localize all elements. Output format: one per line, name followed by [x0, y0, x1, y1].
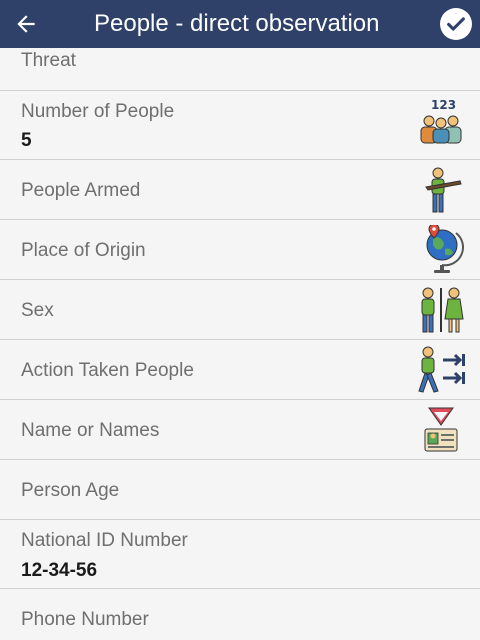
field-sex[interactable]: Sex	[0, 280, 480, 340]
field-name-or-names[interactable]: Name or Names	[0, 400, 480, 460]
globe-pin-icon	[416, 225, 466, 275]
page-title: People - direct observation	[94, 10, 380, 37]
field-label: Number of People	[21, 101, 175, 122]
confirm-button[interactable]	[440, 8, 472, 40]
field-label: Person Age	[21, 480, 120, 501]
back-button[interactable]	[8, 6, 44, 42]
id-badge-icon	[416, 405, 466, 455]
people-count-icon-text: 123	[431, 98, 456, 112]
armed-person-icon	[416, 165, 466, 215]
field-place-of-origin[interactable]: Place of Origin	[0, 220, 480, 280]
check-circle-icon	[447, 17, 465, 31]
field-phone-number[interactable]: Phone Number	[0, 589, 480, 640]
field-value: 5	[21, 130, 32, 151]
field-label: Place of Origin	[21, 240, 146, 261]
field-list: Threat Number of People 5 123 People Arm…	[0, 48, 480, 640]
field-threat[interactable]: Threat	[0, 48, 480, 91]
field-label: National ID Number	[21, 530, 188, 551]
field-label: Phone Number	[21, 609, 149, 630]
field-label: Action Taken People	[21, 360, 194, 381]
app-bar: People - direct observation	[0, 0, 480, 48]
field-person-age[interactable]: Person Age	[0, 460, 480, 520]
field-value: 12-34-56	[21, 560, 98, 581]
field-people-armed[interactable]: People Armed	[0, 160, 480, 220]
field-action-taken-people[interactable]: Action Taken People	[0, 340, 480, 400]
field-label: People Armed	[21, 180, 141, 201]
field-label: Name or Names	[21, 420, 160, 441]
field-national-id-number[interactable]: National ID Number 12-34-56	[0, 520, 480, 589]
people-count-icon: 123	[416, 97, 466, 147]
arrow-left-icon	[17, 15, 35, 33]
male-female-icon	[416, 285, 466, 335]
field-label: Sex	[21, 300, 54, 321]
walking-person-arrows-icon	[416, 345, 466, 395]
field-number-of-people[interactable]: Number of People 5 123	[0, 91, 480, 160]
field-label: Threat	[21, 50, 76, 71]
